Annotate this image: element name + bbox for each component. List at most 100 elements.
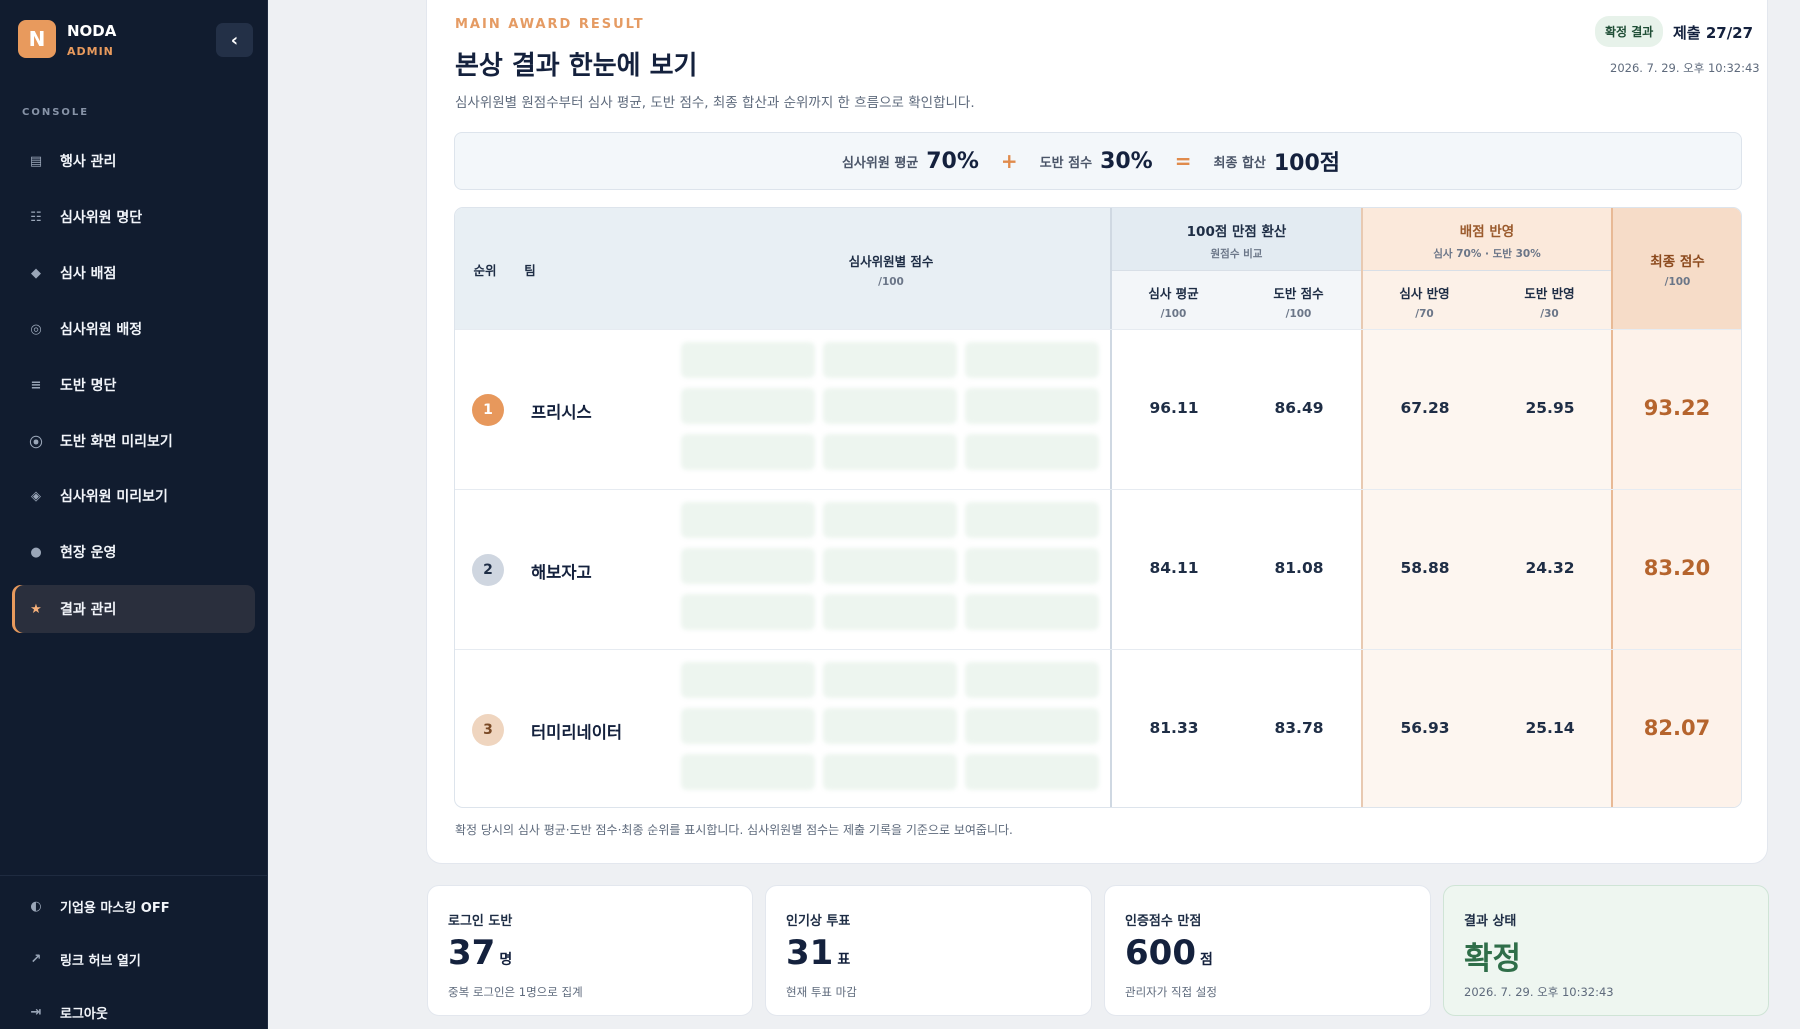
formula-judge-label: 심사위원 평균	[841, 155, 919, 171]
header-judge-reflect-sub: /70	[1415, 307, 1434, 320]
sidebar-item-results[interactable]: ★ 결과 관리	[12, 585, 255, 633]
final-score-value: 93.22	[1643, 396, 1711, 420]
card-subtext: 2026. 7. 29. 오후 10:32:43	[1464, 985, 1614, 999]
card-value: 31	[786, 933, 834, 973]
confirmed-timestamp: 2026. 7. 29. 오후 10:32:43	[1610, 61, 1760, 75]
header-rank: 순위	[473, 262, 497, 278]
header-judge-reflect-label: 심사 반영	[1399, 285, 1450, 301]
card-value: 확정	[1464, 941, 1522, 977]
result-table: 순위 팀 심사위원별 점수 /100 100점 만점 환산 원점수 비교 심사 …	[454, 207, 1742, 808]
header-judge-scores-label: 심사위원별 점수	[848, 253, 934, 269]
final-score-value: 82.07	[1643, 716, 1711, 740]
formula-total-value: 100점	[1273, 151, 1341, 176]
status-badge: 확정 결과	[1595, 16, 1664, 47]
link-hub-label: 링크 허브 열기	[60, 953, 141, 969]
header-final: 최종 점수 /100	[1612, 242, 1741, 296]
sidebar-item-judge-assign[interactable]: ◎ 심사위원 배정	[12, 305, 255, 353]
brand-name: NODA	[67, 22, 117, 40]
result-status-card: 결과 상태 확정 2026. 7. 29. 오후 10:32:43	[1443, 885, 1769, 1016]
header-convert-sub: 원점수 비교	[1210, 247, 1263, 260]
header-reflect-group: 배점 반영 심사 70% · 도반 30%	[1362, 214, 1612, 266]
sidebar-item-events[interactable]: ▤ 행사 관리	[12, 137, 255, 185]
sidebar-item-label: 도반 화면 미리보기	[60, 434, 173, 450]
card-value-wrap: 600 점	[1125, 933, 1213, 973]
preview-icon: ⦿	[29, 435, 43, 451]
card-unit: 점	[1199, 952, 1213, 968]
menu-icon: ≡	[30, 377, 42, 393]
sidebar-item-doban-list[interactable]: ≡ 도반 명단	[12, 361, 255, 409]
header-doban-reflect-sub: /30	[1540, 307, 1559, 320]
header-doban-reflect-label: 도반 반영	[1524, 285, 1575, 301]
popularity-vote-card: 인기상 투표 31 표 현재 투표 마감	[765, 885, 1092, 1016]
card-label: 결과 상태	[1464, 914, 1517, 929]
circle-icon: ●	[30, 544, 42, 560]
header-reflect-sub: 심사 70% · 도반 30%	[1433, 247, 1541, 260]
header-judge-avg-label: 심사 평균	[1148, 285, 1199, 301]
login-doban-card: 로그인 도반 37 명 중복 로그인은 1명으로 집계	[427, 885, 753, 1016]
header-judge-avg-sub: /100	[1160, 307, 1187, 320]
doban-score-value: 86.49	[1274, 399, 1324, 417]
masking-toggle-label: 기업용 마스킹 OFF	[60, 900, 170, 916]
masking-toggle[interactable]: ◐ 기업용 마스킹 OFF	[12, 882, 255, 930]
card-unit: 명	[499, 952, 513, 968]
link-hub-button[interactable]: ↗ 링크 허브 열기	[12, 935, 255, 983]
header-doban-score: 도반 점수 /100	[1236, 276, 1361, 326]
sidebar: N NODA ADMIN ‹ CONSOLE ▤ 행사 관리 ☷ 심사위원 명단 ◆…	[0, 0, 268, 1029]
doban-reflect-value: 25.14	[1525, 719, 1575, 737]
sidebar-item-doban-preview[interactable]: ⦿ 도반 화면 미리보기	[12, 417, 255, 465]
collapse-sidebar-button[interactable]: ‹	[216, 23, 253, 57]
team-name: 해보자고	[531, 563, 592, 582]
contrast-icon: ◐	[30, 898, 42, 914]
team-name: 프리시스	[531, 403, 592, 422]
header-team: 팀	[524, 262, 536, 278]
card-subtext: 현재 투표 마감	[786, 985, 857, 999]
table-row: 2 해보자고 84.11 81.08 58.88 24.32 83.20	[455, 489, 1741, 649]
card-value-wrap: 37 명	[448, 933, 512, 973]
page-title: 본상 결과 한눈에 보기	[455, 51, 698, 81]
sidebar-item-label: 심사위원 명단	[60, 210, 143, 226]
sidebar-item-judge-preview[interactable]: ◈ 심사위원 미리보기	[12, 472, 255, 520]
card-subtext: 관리자가 직접 설정	[1125, 985, 1217, 999]
judge-reflect-value: 58.88	[1400, 559, 1450, 577]
doban-score-value: 83.78	[1274, 719, 1324, 737]
diamond-icon: ◆	[31, 265, 41, 281]
rank-badge: 2	[472, 554, 504, 586]
rank-badge: 3	[472, 714, 504, 746]
sidebar-item-scoring[interactable]: ◆ 심사 배점	[12, 249, 255, 297]
sidebar-item-label: 심사 배점	[60, 266, 117, 282]
formula-total-label: 최종 합산	[1213, 155, 1266, 171]
logout-button[interactable]: ⇥ 로그아웃	[12, 988, 255, 1029]
formula-judge-value: 70%	[926, 148, 979, 174]
header-doban-score-sub: /100	[1285, 307, 1312, 320]
cert-score-card: 인증점수 만점 600 점 관리자가 직접 설정	[1104, 885, 1431, 1016]
judge-reflect-value: 56.93	[1400, 719, 1450, 737]
card-label: 인증점수 만점	[1125, 914, 1202, 929]
judge-avg-value: 84.11	[1149, 559, 1199, 577]
judge-avg-value: 96.11	[1149, 399, 1199, 417]
brand-logo[interactable]: N	[18, 20, 56, 58]
formula-doban-label: 도반 점수	[1039, 155, 1093, 171]
card-value: 600	[1125, 933, 1196, 973]
sidebar-item-judges[interactable]: ☷ 심사위원 명단	[12, 193, 255, 241]
table-row: 3 터미리네이터 81.33 83.78 56.93 25.14 82.07	[455, 649, 1741, 807]
header-convert-label: 100점 만점 환산	[1186, 223, 1287, 240]
brand-subtitle: ADMIN	[67, 45, 114, 58]
page-description: 심사위원별 원점수부터 심사 평균, 도반 점수, 최종 합산과 순위까지 한 …	[455, 95, 975, 111]
table-footnote: 확정 당시의 심사 평균·도반 점수·최종 순위를 표시합니다. 심사위원별 점…	[455, 823, 1013, 837]
header-judge-avg: 심사 평균 /100	[1111, 276, 1236, 326]
formula-doban-value: 30%	[1100, 148, 1153, 174]
header-judge-scores-sub: /100	[878, 275, 904, 288]
sidebar-item-operations[interactable]: ● 현장 운영	[12, 528, 255, 576]
logout-icon: ⇥	[30, 1004, 42, 1020]
doban-reflect-value: 25.95	[1525, 399, 1575, 417]
header-doban-score-label: 도반 점수	[1273, 285, 1324, 301]
header-convert-group: 100점 만점 환산 원점수 비교	[1111, 214, 1362, 266]
rank-badge: 1	[472, 394, 504, 426]
header-reflect-label: 배점 반영	[1459, 223, 1515, 240]
section-label: CONSOLE	[22, 107, 90, 118]
plus-icon: +	[1000, 149, 1018, 173]
header-judge-reflect: 심사 반영 /70	[1362, 276, 1487, 326]
team-name: 터미리네이터	[531, 723, 623, 742]
judge-scores-masked	[681, 662, 1101, 798]
submission-count: 제출 27/27	[1673, 24, 1754, 42]
